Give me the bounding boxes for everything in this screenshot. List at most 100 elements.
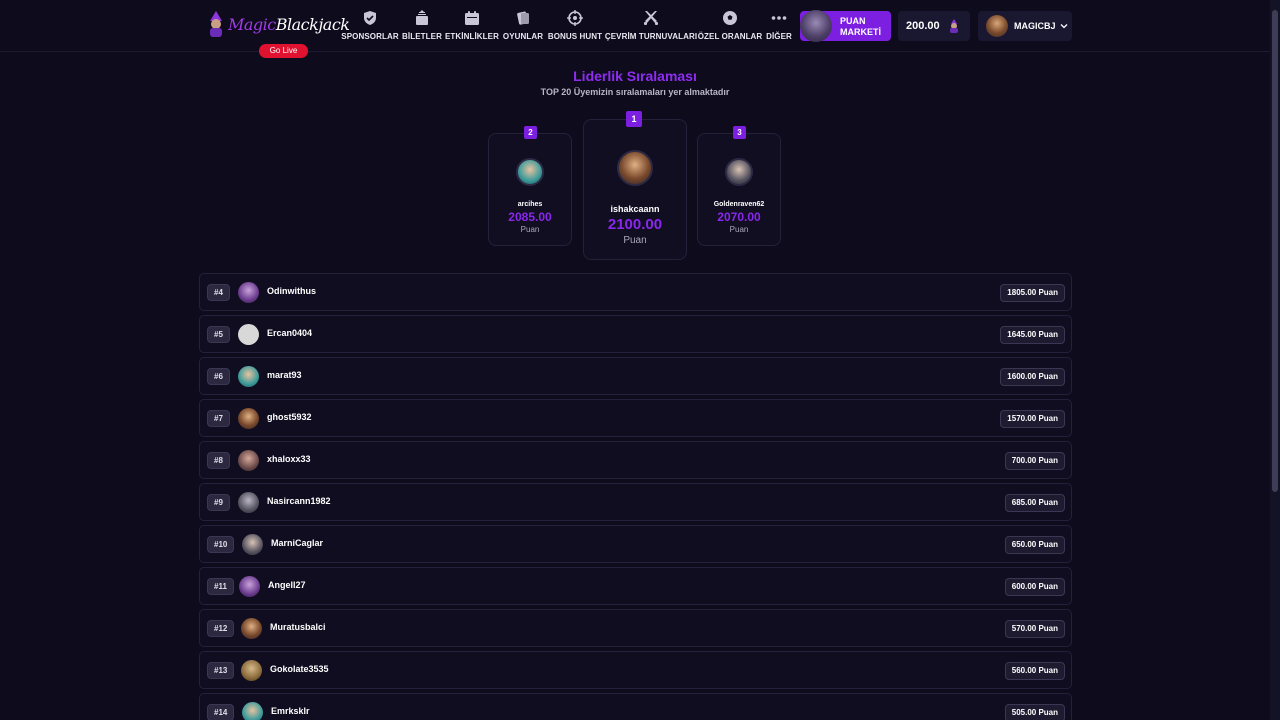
nav-more[interactable]: DİĞER [766,10,792,44]
shield-check-icon [364,11,376,25]
username: MAGICBJ [1014,21,1056,31]
avatar [242,534,263,555]
row-points: 560.00 Puan [1004,662,1065,680]
podium-third: Goldenraven62 2070.00 Puan [697,133,781,246]
balance-value: 200.00 [906,20,940,32]
nav-bonus-hunt[interactable]: BONUS HUNT [547,10,603,44]
page: MagicBlackjack Go Live SPONSORLAR BİLETL… [0,0,1280,720]
podium-points: 2070.00 [717,210,761,224]
row-points: 570.00 Puan [1004,620,1065,638]
nav-wager-tournaments[interactable]: ÇEVRİM TURNUVALARI [605,10,697,44]
avatar [241,618,262,639]
row-rank: #5 [207,326,230,343]
row-name: Angell27 [268,580,306,590]
points-balance[interactable]: 200.00 [898,11,970,41]
row-rank: #11 [207,578,234,595]
nav-label: OYUNLAR [502,32,544,41]
crosshair-icon [567,10,583,26]
avatar [238,366,259,387]
avatar [238,408,259,429]
nav-sponsors[interactable]: SPONSORLAR [341,10,399,44]
nav-label: DİĞER [766,32,792,41]
logo-text: MagicBlackjack [228,14,350,34]
logo-blackjack: Blackjack [275,14,350,34]
leaderboard-row: #9 Nasircann1982 685.00 Puan [199,483,1072,521]
row-rank: #10 [207,536,235,553]
rank-badge: 2 [524,126,537,139]
podium-unit: Puan [520,225,540,234]
nav-label: ÇEVRİM TURNUVALARI [604,32,698,41]
avatar [238,450,259,471]
go-live-button[interactable]: Go Live [259,44,308,58]
avatar [238,282,259,303]
row-rank: #6 [207,368,230,385]
ticket-stack-icon [416,10,428,25]
row-name: marat93 [267,370,302,380]
row-rank: #13 [207,662,235,679]
row-rank: #14 [207,704,235,720]
market-label: PUAN MARKETİ [840,16,881,38]
nav-events[interactable]: ETKİNLİKLER [445,10,499,44]
leaderboard-row: #6 marat93 1600.00 Puan [199,357,1072,395]
podium-first: ishakcaann 2100.00 Puan [583,119,687,260]
user-menu-button[interactable]: MAGICBJ [978,11,1072,41]
nav-label: ÖZEL ORANLAR [697,32,763,41]
row-name: xhaloxx33 [267,454,311,464]
site-logo[interactable]: MagicBlackjack [206,8,350,40]
row-name: Muratusbalci [270,622,326,632]
row-name: Emrksklr [271,706,310,716]
row-points: 685.00 Puan [1004,494,1065,512]
leaderboard-row: #10 MarniCaglar 650.00 Puan [199,525,1072,563]
row-points: 600.00 Puan [1004,578,1065,596]
row-points: 1570.00 Puan [1000,410,1065,428]
row-points: 1645.00 Puan [1000,326,1065,344]
chevron-down-icon [1060,24,1067,29]
market-mascot-icon [800,10,832,42]
leaderboard-subtitle: TOP 20 Üyemizin sıralamaları yer almakta… [540,87,730,97]
avatar [238,324,259,345]
crossed-swords-icon [644,11,658,25]
row-name: Nasircann1982 [267,496,331,506]
nav-tickets[interactable]: BİLETLER [402,10,442,44]
soccer-ball-icon [723,11,737,25]
podium-name: ishakcaann [610,204,660,214]
avatar [239,576,260,597]
row-rank: #7 [207,410,230,427]
scrollbar-thumb[interactable] [1272,10,1278,492]
row-points: 505.00 Puan [1004,704,1065,720]
nav-games[interactable]: OYUNLAR [502,10,544,44]
row-points: 1805.00 Puan [1000,284,1065,302]
avatar [516,158,544,186]
more-dots-icon [771,16,787,20]
wizard-coin-icon [947,19,961,33]
avatar [617,150,653,186]
leaderboard-row: #7 ghost5932 1570.00 Puan [199,399,1072,437]
leaderboard-title: Liderlik Sıralaması [573,68,697,84]
row-name: Ercan0404 [267,328,313,338]
top-navbar: MagicBlackjack Go Live SPONSORLAR BİLETL… [0,0,1270,58]
avatar [242,702,263,720]
avatar [241,660,262,681]
row-rank: #4 [207,284,230,301]
leaderboard-row: #11 Angell27 600.00 Puan [199,567,1072,605]
podium-unit: Puan [729,225,749,234]
row-points: 650.00 Puan [1004,536,1065,554]
points-market-button[interactable]: PUAN MARKETİ [800,10,891,42]
row-name: ghost5932 [267,412,312,422]
rank-badge: 3 [733,126,746,139]
podium-name: Goldenraven62 [713,201,765,208]
row-name: Gokolate3535 [270,664,329,674]
market-label-line1: PUAN [840,16,866,26]
row-name: Odinwithus [267,286,316,296]
avatar [238,492,259,513]
leaderboard-row: #4 Odinwithus 1805.00 Puan [199,273,1072,311]
podium-points: 2085.00 [508,210,552,224]
leaderboard-row: #5 Ercan0404 1645.00 Puan [199,315,1072,353]
row-name: MarniCaglar [271,538,324,548]
nav-label: BONUS HUNT [547,32,603,41]
podium-unit: Puan [623,235,647,246]
podium-points: 2100.00 [607,216,663,233]
nav-label: ETKİNLİKLER [445,32,499,41]
nav-special-odds[interactable]: ÖZEL ORANLAR [698,10,762,44]
page-scrollbar[interactable] [1270,0,1280,720]
